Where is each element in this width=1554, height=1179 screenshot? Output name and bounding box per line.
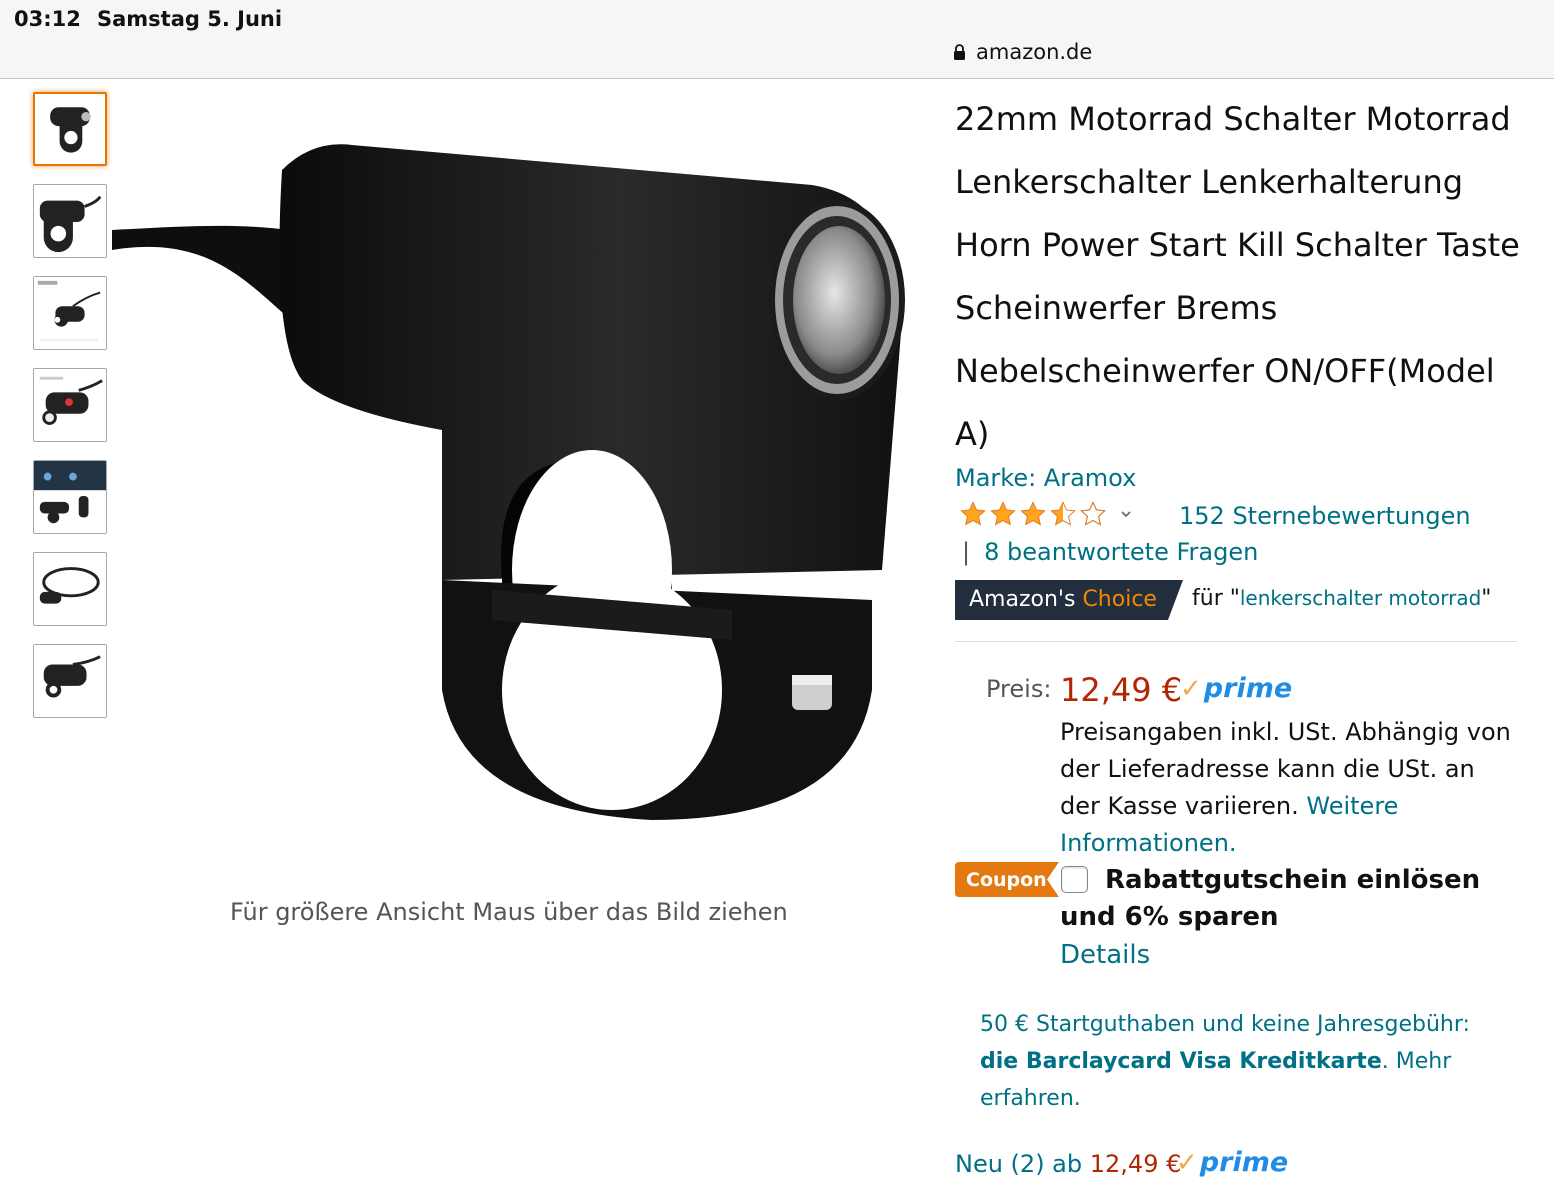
chevron-down-icon[interactable]: [1118, 506, 1134, 522]
choice-suffix: Choice: [1082, 587, 1157, 612]
star-half-icon: [1050, 501, 1076, 526]
star-full-icon: [960, 501, 986, 526]
amazons-choice-badge: Amazon's Choice: [955, 580, 1183, 620]
prime-logo: ✓ prime: [1180, 675, 1292, 702]
prime-check-icon: ✓: [1176, 1148, 1198, 1178]
star-empty-icon: [1080, 500, 1106, 526]
prime-text: prime: [1203, 673, 1293, 704]
choice-prefix: Amazon's: [969, 587, 1076, 612]
other-offers-row[interactable]: Neu (2) ab 12,49 €: [955, 1150, 1181, 1178]
url-text: amazon.de: [976, 40, 1093, 64]
status-time: 03:12: [14, 7, 81, 31]
star-full-icon: [1020, 501, 1046, 526]
offers-prime-logo: ✓ prime: [1176, 1149, 1288, 1176]
coupon-label[interactable]: Rabattgutschein einlösen und 6% sparen: [1060, 862, 1520, 936]
choice-for-suffix: ": [1481, 586, 1492, 611]
product-title: 22mm Motorrad Schalter Motorrad Lenkersc…: [955, 100, 1520, 453]
star-rating[interactable]: [958, 500, 1134, 528]
status-date: Samstag 5. Juni: [97, 7, 283, 31]
offers-prefix: Neu (2) ab: [955, 1150, 1083, 1178]
coupon-badge-text: Coupon: [966, 869, 1047, 891]
thumbnail-1[interactable]: [33, 92, 107, 166]
choice-keyword-row: für "lenkerschalter motorrad": [1192, 586, 1491, 611]
coupon-details-link[interactable]: Details: [1060, 940, 1150, 970]
prime-text: prime: [1199, 1147, 1289, 1178]
promo-card-name: die Barclaycard Visa Kreditkarte: [980, 1049, 1382, 1074]
brand-link[interactable]: Marke: Aramox: [955, 464, 1136, 492]
thumbnail-6[interactable]: [33, 552, 107, 626]
answered-questions-link[interactable]: 8 beantwortete Fragen: [984, 538, 1258, 566]
prime-check-icon: ✓: [1180, 674, 1202, 704]
tax-note: Preisangaben inkl. USt. Abhängig von der…: [1060, 714, 1520, 862]
ratings-count-link[interactable]: 152 Sternebewertungen: [1179, 502, 1471, 530]
thumbnail-7[interactable]: [33, 644, 107, 718]
answered-questions-row: | 8 beantwortete Fragen: [962, 538, 1258, 566]
tax-note-text: Preisangaben inkl. USt. Abhängig von der…: [1060, 718, 1511, 820]
coupon-checkbox[interactable]: [1061, 866, 1088, 893]
price-value: 12,49 €: [1060, 671, 1183, 709]
lock-icon: [954, 44, 965, 60]
divider: [955, 641, 1517, 642]
thumbnail-2[interactable]: [33, 184, 107, 258]
image-hover-hint: Für größere Ansicht Maus über das Bild z…: [230, 898, 788, 926]
product-main-image[interactable]: [112, 130, 922, 850]
choice-keyword-link[interactable]: lenkerschalter motorrad: [1240, 586, 1481, 610]
price-label: Preis:: [986, 675, 1052, 703]
offers-price: 12,49 €: [1089, 1150, 1182, 1178]
choice-for-prefix: für ": [1192, 586, 1240, 611]
promo-line: 50 € Startguthaben und keine Jahresgebüh…: [980, 1012, 1470, 1037]
thumbnail-5[interactable]: [33, 460, 107, 534]
thumbnail-3[interactable]: [33, 276, 107, 350]
status-bar: 03:12 Samstag 5. Juni amazon.de: [0, 0, 1554, 79]
qa-separator: |: [962, 538, 971, 566]
credit-card-promo[interactable]: 50 € Startguthaben und keine Jahresgebüh…: [980, 1006, 1500, 1117]
thumbnail-4[interactable]: [33, 368, 107, 442]
star-full-icon: [990, 501, 1016, 526]
address-bar[interactable]: amazon.de: [953, 40, 1092, 64]
